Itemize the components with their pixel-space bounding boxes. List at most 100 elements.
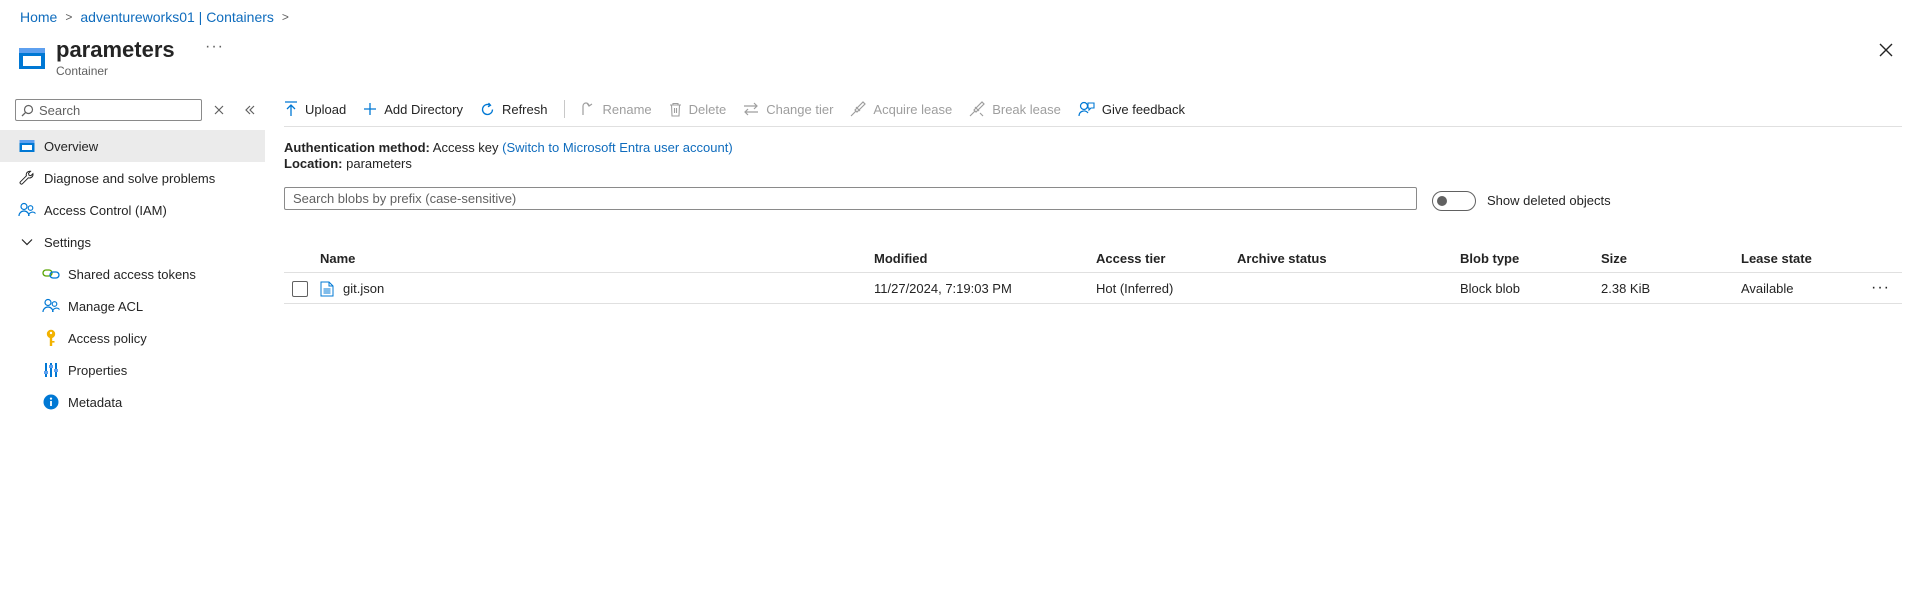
cell-modified: 11/27/2024, 7:19:03 PM xyxy=(874,281,1012,296)
nav-item-access-policy[interactable]: Access policy xyxy=(0,322,265,354)
auth-method-label: Authentication method: xyxy=(284,140,430,155)
delete-label: Delete xyxy=(688,101,727,117)
key-icon xyxy=(42,329,60,347)
nav-item-diagnose[interactable]: Diagnose and solve problems xyxy=(0,162,265,194)
row-more-icon[interactable]: ··· xyxy=(1871,274,1890,302)
chevron-right-icon: > xyxy=(65,10,73,24)
location-value: parameters xyxy=(346,156,412,171)
break-lease-label: Break lease xyxy=(992,101,1061,117)
lease-icon xyxy=(850,101,867,117)
show-deleted-label: Show deleted objects xyxy=(1487,193,1611,208)
nav-item-label: Manage ACL xyxy=(68,298,144,314)
feedback-icon xyxy=(1078,101,1095,116)
swap-icon xyxy=(744,102,759,116)
command-bar: Upload Add Directory Refresh Rename Dele… xyxy=(284,97,1202,121)
refresh-icon xyxy=(481,102,494,115)
add-icon xyxy=(364,103,377,115)
switch-auth-link[interactable]: (Switch to Microsoft Entra user account) xyxy=(502,140,732,155)
left-nav: Overview Diagnose and solve problems Acc… xyxy=(0,130,265,418)
wrench-icon xyxy=(18,169,36,187)
nav-item-properties[interactable]: Properties xyxy=(0,354,265,386)
change-tier-label: Change tier xyxy=(766,101,834,117)
nav-search-input[interactable] xyxy=(39,102,199,118)
delete-icon xyxy=(669,102,681,117)
column-header-lease-state[interactable]: Lease state xyxy=(1741,245,1812,273)
page-title: parameters xyxy=(56,37,175,62)
toolbar-divider xyxy=(564,100,566,118)
page-subtitle: Container xyxy=(56,64,109,78)
nav-item-metadata[interactable]: Metadata xyxy=(0,386,265,418)
close-icon[interactable] xyxy=(1876,40,1896,60)
rename-button[interactable]: Rename xyxy=(581,101,652,117)
show-deleted-toggle[interactable] xyxy=(1432,191,1476,211)
nav-item-label: Access policy xyxy=(68,330,147,346)
blob-name-link[interactable]: git.json xyxy=(343,274,384,304)
blob-search-input[interactable] xyxy=(293,191,1416,206)
upload-label: Upload xyxy=(305,101,347,117)
break-lease-icon xyxy=(969,101,986,117)
nav-item-label: Metadata xyxy=(68,394,123,410)
rename-label: Rename xyxy=(602,101,652,117)
nav-item-label: Overview xyxy=(44,138,99,154)
info-icon xyxy=(42,393,60,411)
nav-item-label: Settings xyxy=(44,234,91,250)
search-icon xyxy=(21,104,34,116)
clear-filter-icon[interactable] xyxy=(212,103,226,117)
refresh-button[interactable]: Refresh xyxy=(480,101,548,117)
column-header-size[interactable]: Size xyxy=(1601,245,1627,273)
nav-item-label: Shared access tokens xyxy=(68,266,196,282)
location-label: Location: xyxy=(284,156,343,171)
change-tier-button[interactable]: Change tier xyxy=(743,102,833,117)
nav-item-iam[interactable]: Access Control (IAM) xyxy=(0,194,265,226)
cell-lease-state: Available xyxy=(1741,281,1794,296)
breadcrumb: Home > adventureworks01 | Containers > xyxy=(20,8,297,26)
delete-button[interactable]: Delete xyxy=(669,101,727,117)
row-checkbox[interactable] xyxy=(292,281,308,297)
column-header-access-tier[interactable]: Access tier xyxy=(1096,245,1165,273)
column-header-archive-status[interactable]: Archive status xyxy=(1237,245,1327,273)
container-icon xyxy=(19,48,45,69)
table-header: Name Modified Access tier Archive status… xyxy=(284,245,1902,273)
people-icon xyxy=(18,201,36,219)
blob-search[interactable] xyxy=(284,187,1417,210)
rename-icon xyxy=(582,101,593,115)
refresh-label: Refresh xyxy=(501,101,548,117)
nav-item-overview[interactable]: Overview xyxy=(0,130,265,162)
breadcrumb-containers[interactable]: adventureworks01 | Containers xyxy=(80,9,274,25)
give-feedback-label: Give feedback xyxy=(1101,101,1185,117)
column-header-name[interactable]: Name xyxy=(320,245,355,273)
break-lease-button[interactable]: Break lease xyxy=(969,101,1061,117)
column-header-blob-type[interactable]: Blob type xyxy=(1460,245,1519,273)
chevron-right-icon: > xyxy=(281,10,289,24)
sliders-icon xyxy=(42,361,60,379)
add-directory-button[interactable]: Add Directory xyxy=(363,102,463,117)
toolbar-divider-line xyxy=(284,126,1902,127)
upload-button[interactable]: Upload xyxy=(284,101,346,117)
nav-item-shared-access-tokens[interactable]: Shared access tokens xyxy=(0,258,265,290)
cell-size: 2.38 KiB xyxy=(1601,281,1651,296)
more-options-icon[interactable]: ··· xyxy=(205,38,224,56)
people-icon xyxy=(42,297,60,315)
nav-item-label: Diagnose and solve problems xyxy=(44,170,216,186)
location: Location: parameters xyxy=(284,155,412,173)
page-header: parameters Container xyxy=(18,36,175,78)
link-icon xyxy=(42,265,60,283)
column-header-modified[interactable]: Modified xyxy=(874,245,927,273)
acquire-lease-button[interactable]: Acquire lease xyxy=(850,101,952,117)
nav-item-label: Properties xyxy=(68,362,128,378)
breadcrumb-home[interactable]: Home xyxy=(20,9,57,25)
container-icon xyxy=(18,137,36,155)
table-row[interactable]: git.json 11/27/2024, 7:19:03 PM Hot (Inf… xyxy=(284,274,1902,304)
collapse-nav-icon[interactable] xyxy=(243,103,257,117)
chevron-down-icon xyxy=(20,233,34,251)
cell-access-tier: Hot (Inferred) xyxy=(1096,281,1174,296)
give-feedback-button[interactable]: Give feedback xyxy=(1078,101,1185,118)
nav-item-manage-acl[interactable]: Manage ACL xyxy=(0,290,265,322)
file-icon xyxy=(320,281,334,297)
nav-group-settings[interactable]: Settings xyxy=(0,226,265,258)
nav-search[interactable] xyxy=(15,99,202,121)
upload-icon xyxy=(285,101,297,116)
acquire-lease-label: Acquire lease xyxy=(873,101,953,117)
auth-method-value: Access key xyxy=(432,140,499,155)
nav-item-label: Access Control (IAM) xyxy=(44,202,167,218)
